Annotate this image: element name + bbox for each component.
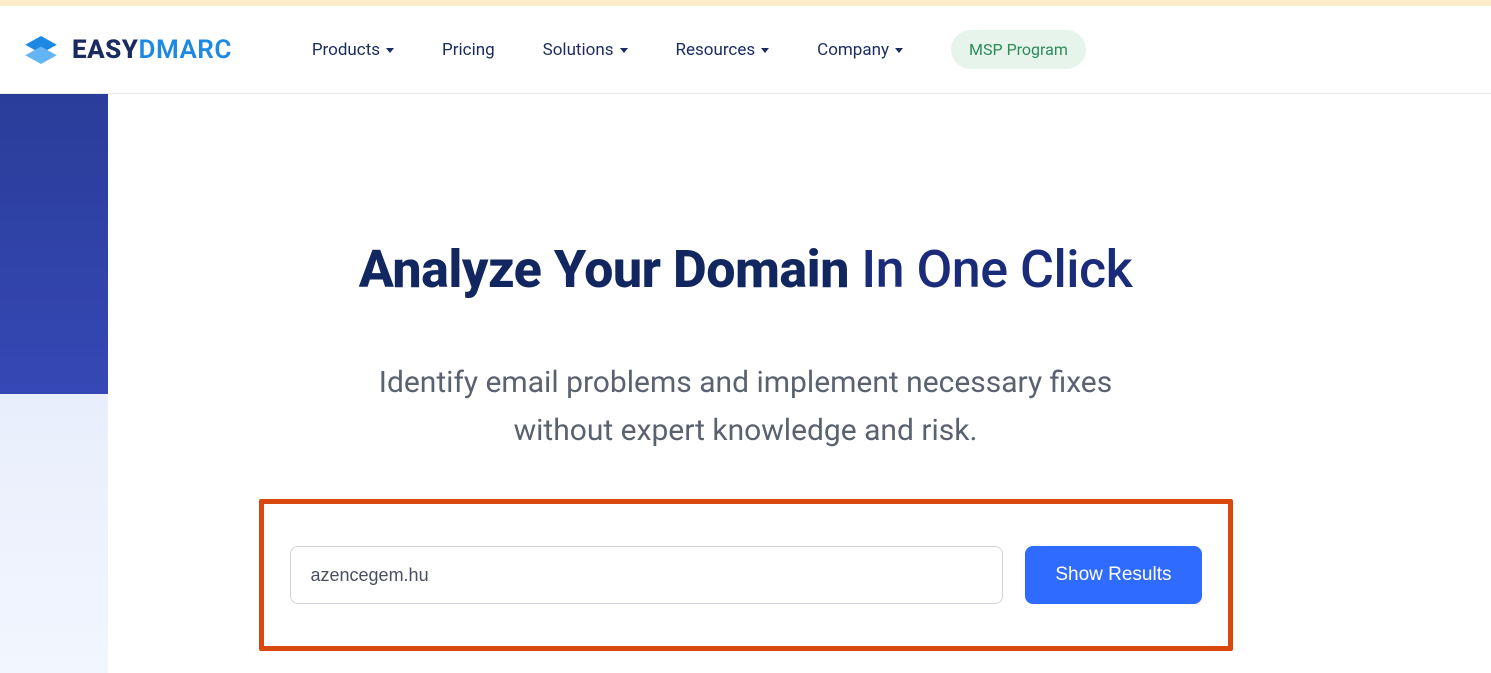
nav-pricing[interactable]: Pricing bbox=[442, 40, 495, 60]
nav-msp-label: MSP Program bbox=[969, 40, 1068, 59]
nav-solutions[interactable]: Solutions bbox=[543, 40, 628, 60]
domain-search-box: Show Results bbox=[259, 499, 1233, 651]
nav-resources[interactable]: Resources bbox=[676, 40, 770, 60]
hero-subtitle-line2: without expert knowledge and risk. bbox=[514, 413, 978, 448]
main-header: EASYDMARC Products Pricing Solutions Res… bbox=[0, 6, 1491, 94]
hero-title-bold: Analyze Your Domain bbox=[359, 239, 849, 300]
hero-title-light: In One Click bbox=[849, 239, 1132, 300]
nav-solutions-label: Solutions bbox=[543, 40, 614, 60]
nav-company[interactable]: Company bbox=[817, 40, 903, 60]
chevron-down-icon bbox=[620, 48, 628, 53]
domain-input[interactable] bbox=[290, 546, 1004, 604]
nav-pricing-label: Pricing bbox=[442, 40, 495, 60]
nav-products[interactable]: Products bbox=[312, 40, 394, 60]
show-results-button[interactable]: Show Results bbox=[1025, 546, 1201, 604]
logo-text: EASYDMARC bbox=[72, 35, 232, 65]
nav-products-label: Products bbox=[312, 40, 380, 60]
hero-subtitle: Identify email problems and implement ne… bbox=[0, 359, 1491, 455]
chevron-down-icon bbox=[761, 48, 769, 53]
logo-text-dmarc: DMARC bbox=[139, 35, 232, 65]
nav-resources-label: Resources bbox=[676, 40, 756, 60]
hero-title: Analyze Your Domain In One Click bbox=[0, 239, 1491, 301]
hero-section: Analyze Your Domain In One Click Identif… bbox=[0, 94, 1491, 673]
logo[interactable]: EASYDMARC bbox=[20, 29, 232, 71]
hero-content: Analyze Your Domain In One Click Identif… bbox=[0, 94, 1491, 651]
logo-icon bbox=[20, 29, 62, 71]
nav-company-label: Company bbox=[817, 40, 889, 60]
chevron-down-icon bbox=[386, 48, 394, 53]
main-nav: Products Pricing Solutions Resources Com… bbox=[312, 30, 1086, 69]
chevron-down-icon bbox=[895, 48, 903, 53]
logo-text-easy: EASY bbox=[72, 35, 139, 65]
nav-msp-program[interactable]: MSP Program bbox=[951, 30, 1086, 69]
hero-subtitle-line1: Identify email problems and implement ne… bbox=[379, 365, 1112, 400]
